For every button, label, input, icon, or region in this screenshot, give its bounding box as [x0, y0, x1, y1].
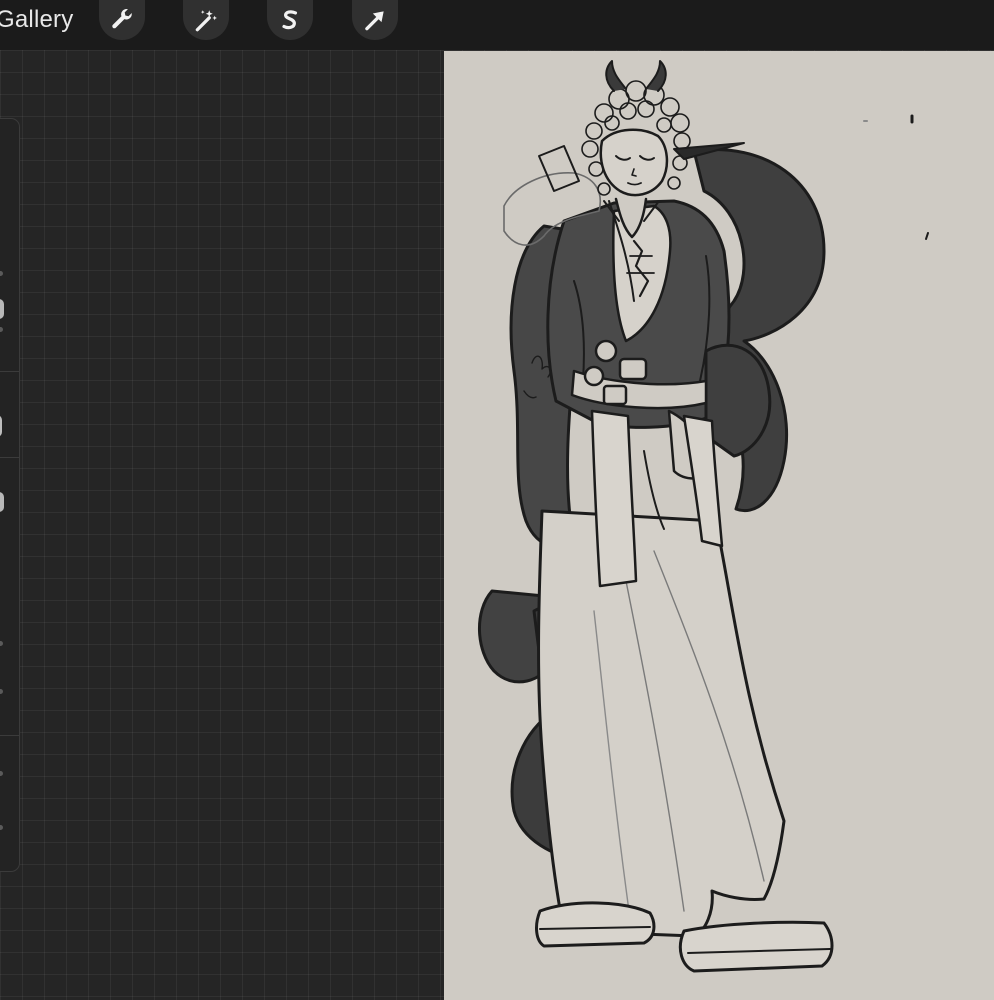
slider-tick — [0, 271, 3, 276]
transform-button[interactable] — [352, 0, 398, 40]
adjustments-button[interactable] — [183, 0, 229, 40]
sash — [590, 409, 638, 588]
arrow-cursor-icon — [365, 11, 384, 31]
drawing-canvas[interactable] — [444, 51, 994, 1000]
actions-button[interactable] — [99, 0, 145, 40]
horn-left — [605, 60, 627, 92]
sidebar-divider — [0, 371, 19, 372]
selection-s-icon — [282, 10, 298, 30]
character-sketch — [478, 60, 929, 973]
undo-button[interactable] — [0, 771, 3, 776]
shoe-right — [678, 920, 834, 973]
modify-button[interactable] — [0, 415, 2, 437]
sidebar-divider — [0, 457, 19, 458]
opacity-slider-handle[interactable] — [0, 492, 4, 512]
pants — [537, 509, 786, 938]
redo-button[interactable] — [0, 825, 3, 830]
gallery-button[interactable]: Gallery — [0, 6, 73, 34]
horn-right — [645, 60, 667, 92]
brush-size-slider-handle[interactable] — [0, 299, 4, 319]
slider-tick — [0, 641, 3, 646]
slider-tick — [0, 689, 3, 694]
slider-tick — [0, 327, 3, 332]
left-sidebar — [0, 118, 20, 872]
top-toolbar: Gallery — [0, 0, 994, 50]
shoe-left — [535, 901, 656, 948]
wrench-icon — [112, 8, 132, 29]
magic-wand-icon — [195, 10, 217, 32]
procreate-app: Gallery — [0, 0, 994, 1000]
selection-button[interactable] — [267, 0, 313, 40]
sidebar-divider — [0, 735, 19, 736]
